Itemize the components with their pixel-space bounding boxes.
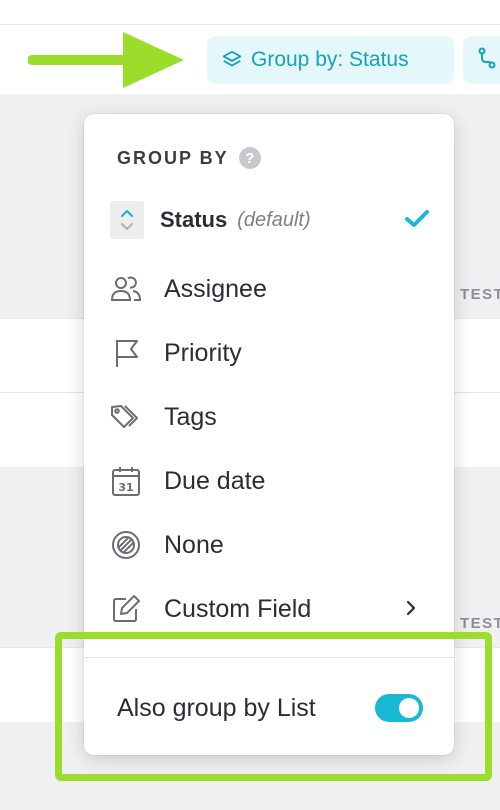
group-option-custom-field[interactable]: Custom Field [108,583,430,635]
layers-icon [221,49,243,71]
option-label: None [164,530,224,559]
option-label: Tags [164,402,217,431]
sort-arrows-icon [110,201,144,239]
default-note: (default) [237,208,311,231]
column-header: TEST [460,615,500,632]
subtasks-button[interactable] [463,36,500,84]
column-header: TEST [460,286,500,303]
group-by-label: Group by: Status [251,48,409,71]
edit-icon [108,591,144,627]
status-label: Status [160,207,228,232]
chevron-right-icon [404,598,418,623]
none-icon [108,527,144,563]
option-label: Priority [164,338,242,367]
calendar-icon: 31 [108,463,144,499]
group-option-tags[interactable]: Tags [108,391,430,443]
flag-icon [108,335,144,371]
annotation-highlight-box [55,632,492,781]
option-label: Assignee [164,274,267,303]
group-option-priority[interactable]: Priority [108,327,430,379]
people-icon [108,271,144,307]
calendar-day-text: 31 [118,481,133,494]
checkmark-icon [404,208,430,235]
subtasks-icon [475,46,499,75]
annotation-arrow-icon [28,32,184,88]
option-label: Due date [164,466,266,495]
dropdown-header: GROUP BY ? [117,147,261,169]
help-icon[interactable]: ? [238,147,261,169]
group-option-assignee[interactable]: Assignee [108,263,430,315]
group-by-button[interactable]: Group by: Status [207,36,454,84]
group-option-status[interactable]: Status (default) [108,194,430,246]
tags-icon [108,399,144,435]
group-option-due-date[interactable]: 31 Due date [108,455,430,507]
dropdown-title: GROUP BY [117,147,229,168]
group-option-none[interactable]: None [108,519,430,571]
option-label: Custom Field [164,594,312,623]
top-strip [0,0,500,25]
